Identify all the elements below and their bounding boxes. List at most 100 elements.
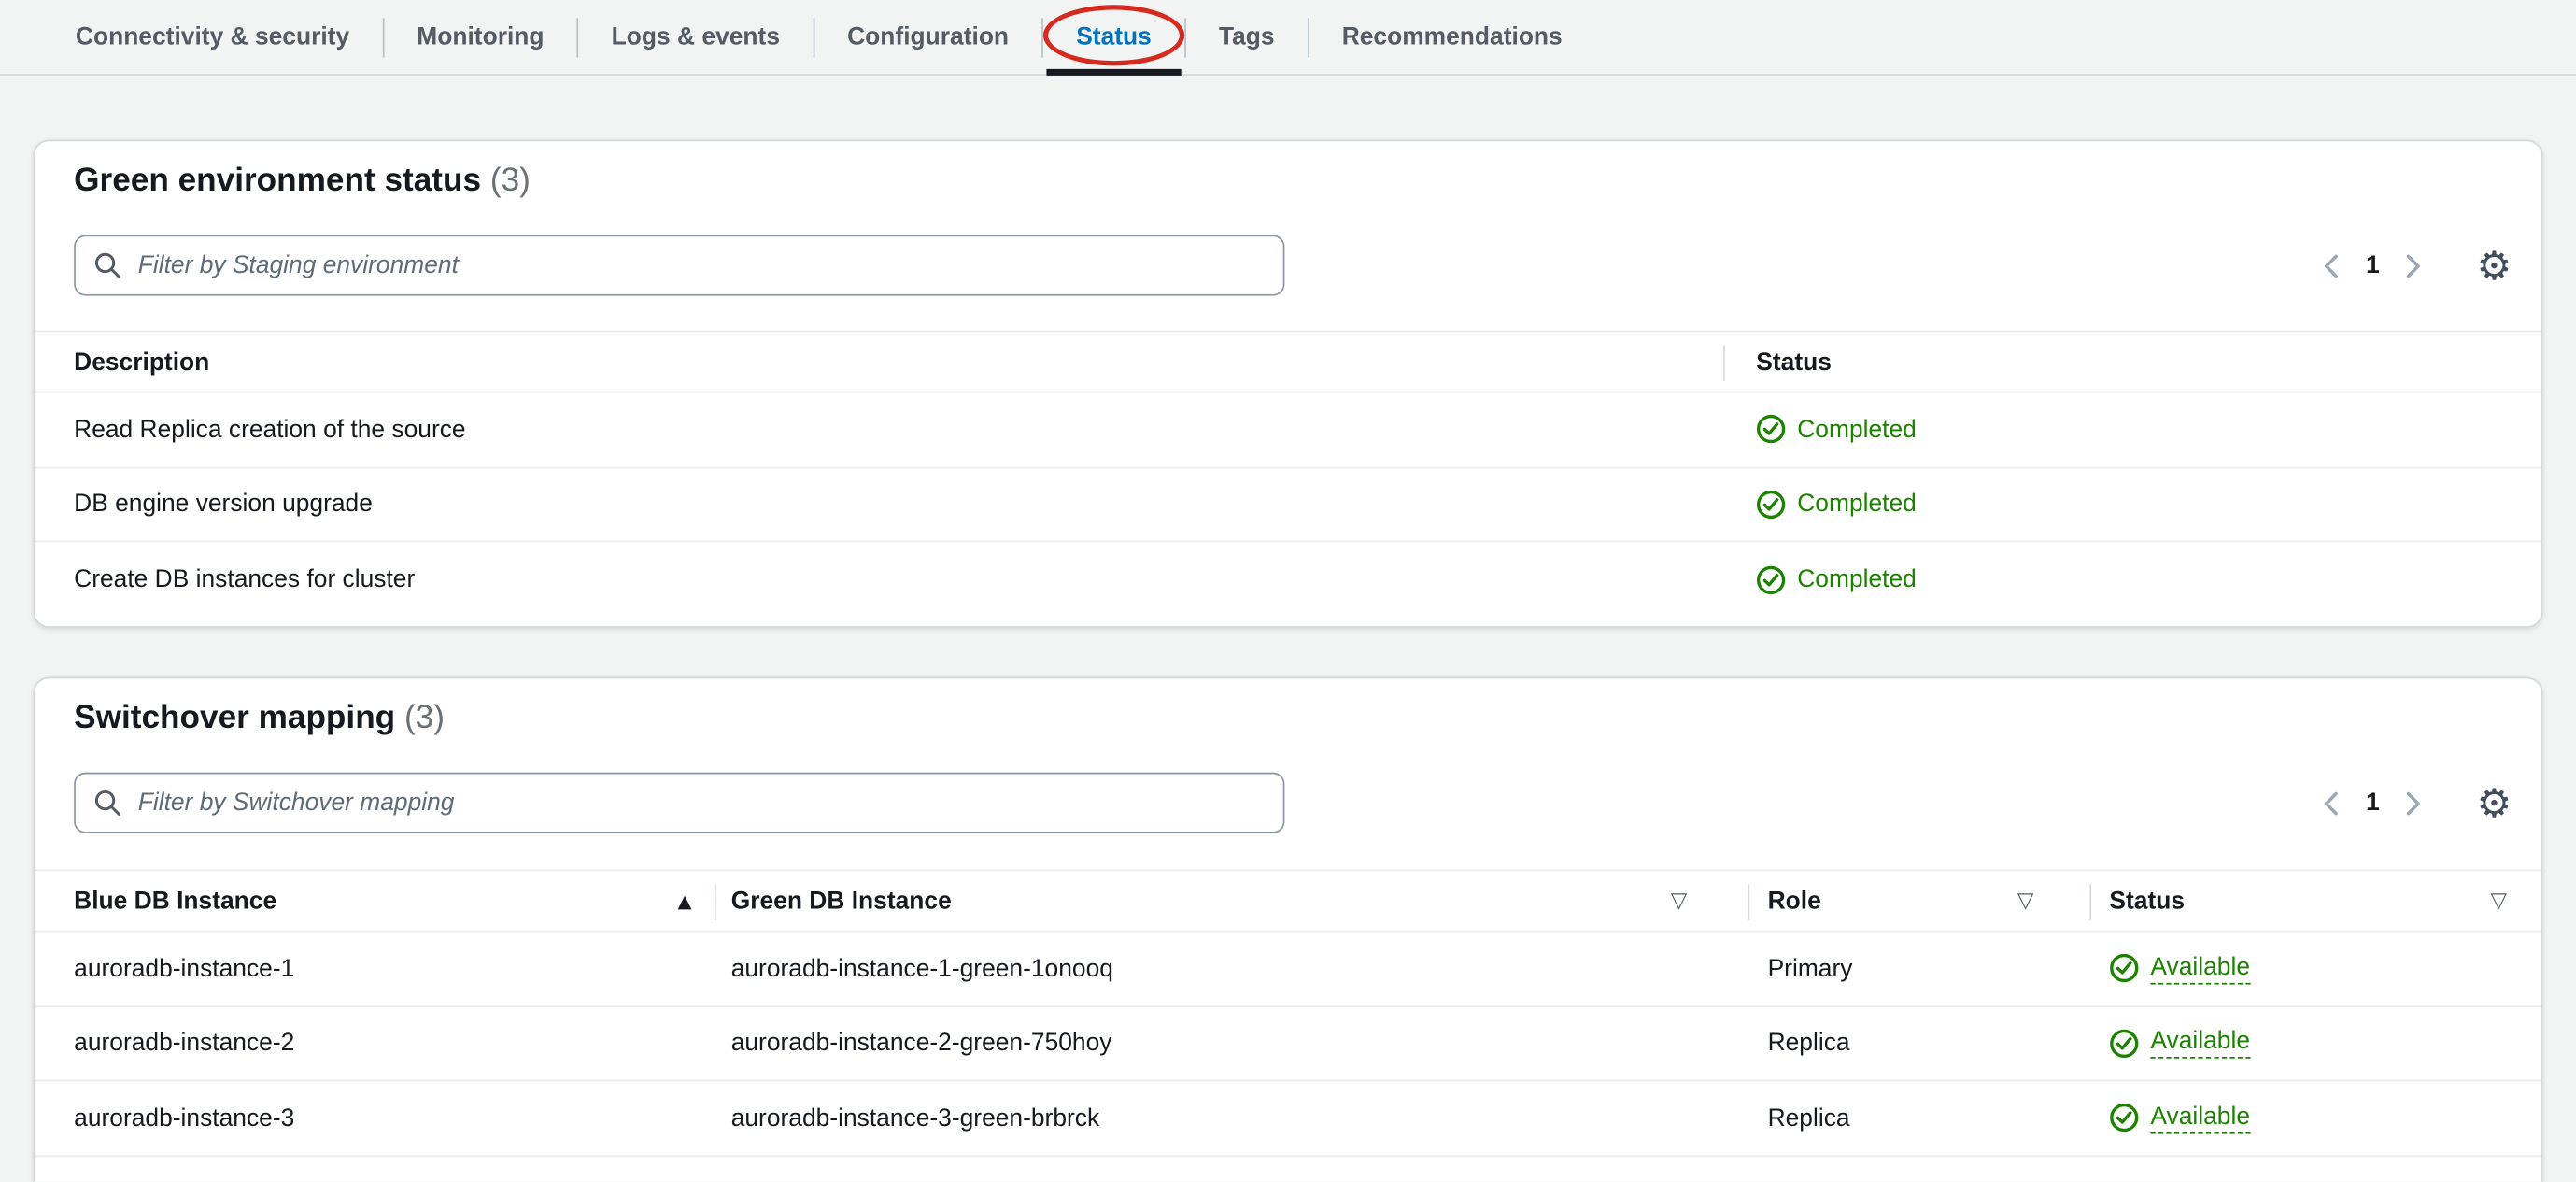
table-row: Create DB instances for cluster Complete… bbox=[35, 542, 2541, 617]
filter-dropdown-icon[interactable]: ▽ bbox=[2490, 889, 2507, 913]
check-circle-icon bbox=[2110, 1104, 2139, 1132]
current-page: 1 bbox=[2366, 251, 2380, 280]
table-row: auroradb-instance-3 auroradb-instance-3-… bbox=[34, 1081, 2542, 1157]
green-environment-status-panel: Green environment status (3) 1 ⚙ bbox=[33, 139, 2543, 628]
check-circle-icon bbox=[1756, 415, 1786, 444]
tab-label: Configuration bbox=[847, 22, 1010, 51]
column-header-status: Status bbox=[1756, 348, 1832, 376]
column-label: Blue DB Instance bbox=[74, 886, 277, 915]
column-header-blue-db-instance[interactable]: Blue DB Instance ▲ bbox=[74, 871, 701, 930]
chevron-right-icon bbox=[2407, 253, 2421, 278]
sort-ascending-icon[interactable]: ▲ bbox=[678, 890, 692, 911]
settings-gear-icon[interactable]: ⚙ bbox=[2477, 783, 2512, 822]
panel-title-text: Switchover mapping bbox=[74, 700, 396, 736]
previous-page-button[interactable] bbox=[2309, 241, 2358, 291]
rds-status-page: Connectivity & security Monitoring Logs … bbox=[0, 0, 2576, 1182]
tab-label: Tags bbox=[1218, 22, 1275, 51]
check-circle-icon bbox=[2110, 954, 2139, 983]
green-table-body: Read Replica creation of the source Comp… bbox=[34, 392, 2542, 617]
tab-status[interactable]: Status bbox=[1043, 0, 1185, 76]
green-table-header: Description Status bbox=[34, 330, 2542, 393]
green-filter-input[interactable] bbox=[74, 235, 1285, 296]
status-cell: Completed bbox=[1756, 467, 1917, 540]
panel-counter: (3) bbox=[489, 163, 531, 199]
panel-title: Switchover mapping (3) bbox=[74, 697, 445, 740]
panel-title-text: Green environment status bbox=[74, 163, 482, 199]
column-divider bbox=[715, 884, 716, 920]
status-text: Completed bbox=[1797, 565, 1917, 594]
column-label: Status bbox=[2109, 886, 2186, 915]
description-cell: Create DB instances for cluster bbox=[74, 565, 416, 594]
chevron-right-icon bbox=[2407, 790, 2421, 815]
current-page: 1 bbox=[2366, 789, 2380, 818]
status-cell: Available bbox=[2109, 932, 2251, 1004]
column-label: Role bbox=[1767, 886, 1821, 915]
column-header-role[interactable]: Role ▽ bbox=[1768, 871, 2044, 930]
tab-monitoring[interactable]: Monitoring bbox=[384, 0, 577, 74]
switchover-table-controls: 1 ⚙ bbox=[2309, 773, 2512, 833]
column-header-description: Description bbox=[74, 348, 210, 376]
search-icon bbox=[94, 252, 121, 278]
status-cell: Completed bbox=[1756, 542, 1917, 617]
green-db-instance-cell: auroradb-instance-3-green-brbrck bbox=[730, 1104, 1100, 1132]
status-cell: Available bbox=[2109, 1006, 2251, 1079]
tab-configuration[interactable]: Configuration bbox=[814, 0, 1041, 74]
blue-db-instance-cell: auroradb-instance-3 bbox=[74, 1104, 295, 1132]
role-cell: Primary bbox=[1767, 954, 1853, 983]
green-db-instance-cell: auroradb-instance-1-green-1onooq bbox=[730, 954, 1113, 983]
chevron-left-icon bbox=[2325, 790, 2339, 815]
settings-gear-icon[interactable]: ⚙ bbox=[2477, 246, 2512, 285]
status-available-link[interactable]: Available bbox=[2150, 953, 2251, 985]
previous-page-button[interactable] bbox=[2309, 778, 2358, 828]
tab-logs-events[interactable]: Logs & events bbox=[578, 0, 813, 74]
status-available-link[interactable]: Available bbox=[2150, 1028, 2251, 1060]
check-circle-icon bbox=[2110, 1029, 2139, 1058]
role-cell: Replica bbox=[1767, 1029, 1850, 1058]
tab-label: Status bbox=[1076, 22, 1152, 51]
status-text: Completed bbox=[1797, 490, 1917, 519]
column-header-status[interactable]: Status ▽ bbox=[2109, 871, 2516, 930]
table-row: DB engine version upgrade Completed bbox=[34, 467, 2542, 543]
chevron-left-icon bbox=[2325, 253, 2339, 278]
blue-db-instance-cell: auroradb-instance-1 bbox=[74, 954, 295, 983]
column-label: Green DB Instance bbox=[730, 886, 952, 915]
tab-label: Logs & events bbox=[611, 22, 781, 51]
switchover-filter bbox=[74, 772, 1285, 833]
green-db-instance-cell: auroradb-instance-2-green-750hoy bbox=[730, 1029, 1112, 1058]
status-cell: Available bbox=[2109, 1081, 2251, 1154]
next-page-button[interactable] bbox=[2388, 778, 2438, 828]
switchover-table-body: auroradb-instance-1 auroradb-instance-1-… bbox=[34, 932, 2542, 1157]
table-row: Read Replica creation of the source Comp… bbox=[34, 392, 2542, 468]
switchover-mapping-panel: Switchover mapping (3) 1 ⚙ bbox=[33, 676, 2543, 1182]
switchover-table-header: Blue DB Instance ▲ Green DB Instance ▽ R… bbox=[34, 869, 2542, 933]
tab-recommendations[interactable]: Recommendations bbox=[1309, 0, 1595, 74]
tab-label: Monitoring bbox=[417, 22, 545, 51]
active-tab-underline bbox=[1046, 68, 1182, 76]
table-row: auroradb-instance-2 auroradb-instance-2-… bbox=[34, 1006, 2542, 1082]
column-header-green-db-instance[interactable]: Green DB Instance ▽ bbox=[731, 871, 1697, 930]
status-available-link[interactable]: Available bbox=[2150, 1103, 2251, 1134]
green-filter bbox=[74, 235, 1285, 296]
column-divider bbox=[1723, 345, 1725, 382]
column-divider bbox=[2089, 884, 2092, 920]
tab-tags[interactable]: Tags bbox=[1186, 0, 1308, 74]
status-cell: Completed bbox=[1756, 392, 1917, 465]
table-row: auroradb-instance-1 auroradb-instance-1-… bbox=[34, 932, 2542, 1007]
search-icon bbox=[94, 790, 121, 817]
description-cell: DB engine version upgrade bbox=[74, 490, 373, 519]
tab-label: Connectivity & security bbox=[75, 22, 350, 51]
switchover-filter-input[interactable] bbox=[74, 772, 1285, 833]
column-divider bbox=[1748, 884, 1750, 920]
tab-connectivity-security[interactable]: Connectivity & security bbox=[43, 0, 383, 74]
blue-db-instance-cell: auroradb-instance-2 bbox=[74, 1029, 295, 1058]
tab-label: Recommendations bbox=[1341, 22, 1563, 51]
next-page-button[interactable] bbox=[2388, 241, 2438, 291]
panel-title: Green environment status (3) bbox=[74, 160, 531, 203]
description-cell: Read Replica creation of the source bbox=[74, 415, 466, 444]
filter-dropdown-icon[interactable]: ▽ bbox=[1671, 889, 1688, 913]
status-text: Completed bbox=[1797, 415, 1917, 444]
check-circle-icon bbox=[1756, 490, 1786, 519]
detail-tabs: Connectivity & security Monitoring Logs … bbox=[0, 0, 2576, 76]
filter-dropdown-icon[interactable]: ▽ bbox=[2017, 889, 2034, 913]
green-table-controls: 1 ⚙ bbox=[2309, 235, 2512, 296]
